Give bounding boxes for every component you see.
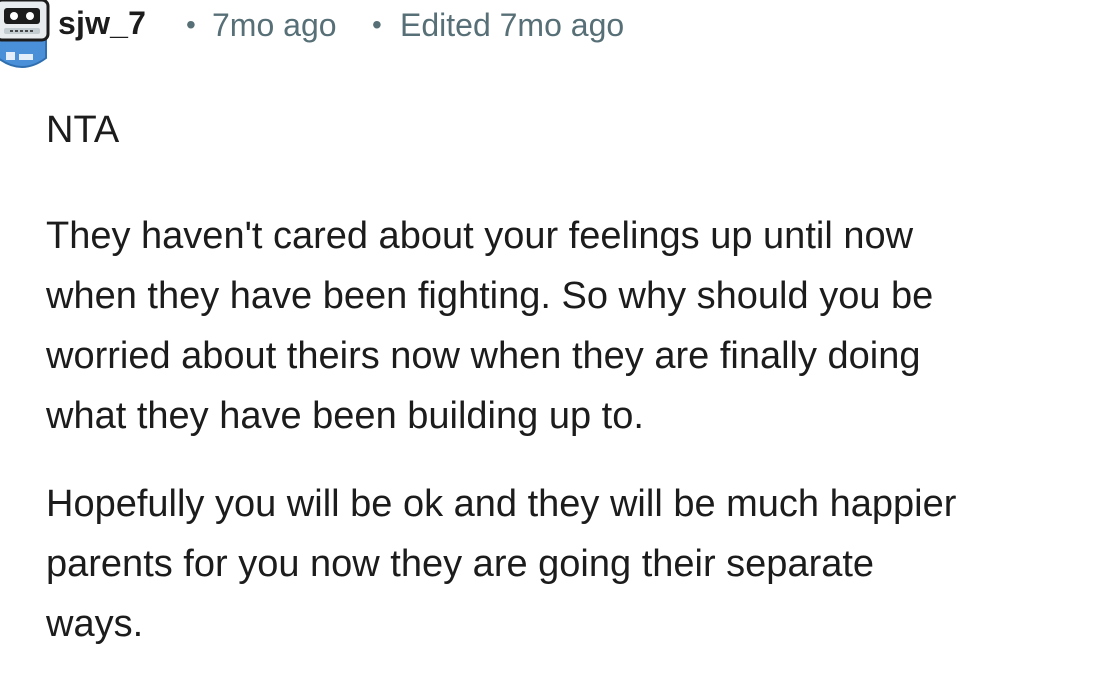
meta-separator: • <box>372 9 382 40</box>
comment-header: sjw_7 • 7mo ago • Edited 7mo ago <box>0 0 1100 68</box>
comment-body: NTA They haven't cared about your feelin… <box>46 100 1100 682</box>
comment-paragraph: NTA <box>46 109 120 151</box>
meta-separator: • <box>186 9 196 40</box>
comment-paragraph: They haven't cared about your feelings u… <box>46 215 934 437</box>
comment: sjw_7 • 7mo ago • Edited 7mo ago NTA The… <box>0 0 1100 664</box>
author-username[interactable]: sjw_7 <box>58 5 146 42</box>
robot-avatar-icon[interactable] <box>0 0 52 74</box>
edited-label: Edited 7mo ago <box>400 7 625 43</box>
timestamp: 7mo ago <box>212 7 337 43</box>
comment-paragraph: Hopefully you will be ok and they will b… <box>46 483 957 645</box>
